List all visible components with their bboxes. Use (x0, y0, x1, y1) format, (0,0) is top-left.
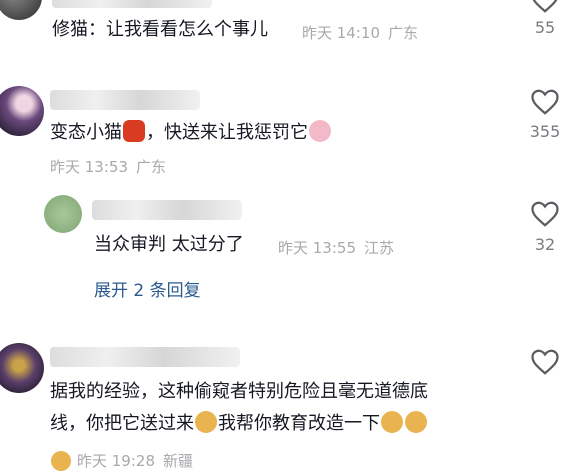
comment-text-line: 线，你把它送过来 我帮你教育改造一下 (50, 411, 428, 437)
comment-time: 昨天 19:28 (77, 452, 155, 470)
comment-time: 昨天 13:53 (50, 158, 128, 176)
avatar[interactable] (0, 343, 44, 393)
reply-location: 江苏 (364, 239, 395, 257)
comment-meta: 昨天 19:28 新疆 (50, 450, 193, 471)
avatar[interactable] (0, 86, 44, 136)
heart-icon[interactable] (530, 88, 560, 116)
expand-replies-link[interactable]: 展开 2 条回复 (94, 276, 201, 301)
heart-icon[interactable] (530, 348, 560, 376)
reply-meta: 昨天 13:55 江苏 (278, 237, 394, 258)
comment-text-line: 据我的经验，这种偷窥者特别危险且毫无道德底 (50, 381, 428, 402)
comment-text: 变态小猫 ，快送来让我惩罚它 (50, 120, 332, 146)
doge-emoji-icon (51, 451, 71, 471)
comment-meta: 昨天 14:10 广东 (302, 22, 418, 43)
doge-emoji-icon (381, 411, 403, 433)
username-blurred[interactable] (50, 90, 200, 110)
like-count: 32 (534, 235, 556, 254)
reply-time: 昨天 13:55 (278, 239, 356, 257)
avatar[interactable] (0, 0, 42, 20)
reply-text: 当众审判 太过分了 (94, 234, 244, 255)
comment-text: 修猫：让我看看怎么个事儿 (52, 19, 268, 40)
angry-devil-emoji-icon (123, 120, 145, 142)
comment-text-part: ，快送来让我惩罚它 (146, 122, 308, 143)
doge-emoji-icon (405, 411, 427, 433)
heart-icon[interactable] (530, 0, 560, 14)
username-blurred[interactable] (52, 0, 212, 8)
like-count: 355 (529, 122, 561, 141)
comment-time: 昨天 14:10 (302, 24, 380, 42)
comment-text-part: 变态小猫 (50, 122, 122, 143)
comment-location: 广东 (388, 24, 419, 42)
heart-icon[interactable] (530, 200, 560, 228)
heart-eyes-emoji-icon (309, 120, 331, 142)
comment-location: 广东 (136, 158, 167, 176)
username-blurred[interactable] (50, 347, 240, 367)
username-blurred[interactable] (92, 200, 242, 220)
doge-emoji-icon (195, 411, 217, 433)
comment-location: 新疆 (163, 452, 194, 470)
comment-text-part: 线，你把它送过来 (50, 413, 194, 434)
avatar[interactable] (44, 195, 82, 233)
comment-text-part: 我帮你教育改造一下 (218, 413, 380, 434)
comment-meta: 昨天 13:53 广东 (50, 156, 166, 177)
like-count: 55 (534, 18, 556, 37)
